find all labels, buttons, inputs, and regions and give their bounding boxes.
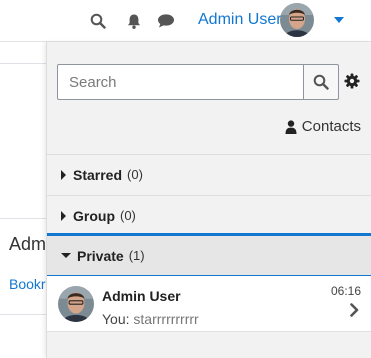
section-label: Starred bbox=[73, 166, 123, 183]
top-navbar: Admin User bbox=[0, 0, 371, 42]
user-icon bbox=[285, 119, 297, 134]
section-label: Group bbox=[73, 207, 115, 224]
section-count: (1) bbox=[128, 248, 145, 263]
section-group[interactable]: Group (0) bbox=[47, 195, 371, 235]
conversation-item[interactable]: Admin User You: starrrrrrrrrr 06:16 bbox=[47, 276, 371, 332]
section-label: Private bbox=[77, 247, 124, 264]
conversation-name: Admin User bbox=[102, 288, 181, 304]
chat-icon[interactable] bbox=[157, 12, 175, 30]
search-input[interactable] bbox=[57, 64, 303, 100]
avatar bbox=[58, 286, 94, 322]
bell-icon[interactable] bbox=[125, 12, 143, 30]
contacts-link[interactable]: Contacts bbox=[285, 118, 361, 135]
section-private[interactable]: Private (1) bbox=[47, 233, 371, 276]
caret-right-icon bbox=[61, 210, 66, 221]
page-heading-fragment: Adm bbox=[9, 234, 47, 254]
search-button[interactable] bbox=[303, 64, 339, 100]
section-starred[interactable]: Starred (0) bbox=[47, 154, 371, 194]
gear-icon[interactable] bbox=[344, 73, 360, 89]
divider bbox=[0, 218, 46, 219]
preview-text: starrrrrrrrrr bbox=[133, 311, 199, 327]
avatar[interactable] bbox=[280, 3, 314, 37]
conversation-time: 06:16 bbox=[330, 284, 361, 298]
caret-down-icon bbox=[61, 253, 71, 258]
section-count: (0) bbox=[120, 208, 136, 223]
message-search bbox=[57, 64, 339, 100]
bookmark-link-fragment[interactable]: Bookr bbox=[9, 276, 46, 292]
background-page: Adm Bookr bbox=[0, 42, 46, 358]
contacts-label: Contacts bbox=[301, 118, 361, 135]
caret-right-icon bbox=[61, 169, 66, 180]
conversation-preview: You: starrrrrrrrrr bbox=[102, 311, 199, 327]
section-count: (0) bbox=[127, 167, 143, 182]
chevron-right-icon bbox=[350, 303, 359, 322]
message-drawer: Contacts Starred (0) Group (0) Private (… bbox=[46, 42, 371, 358]
search-icon[interactable] bbox=[89, 12, 107, 30]
preview-prefix: You: bbox=[102, 311, 130, 327]
search-icon bbox=[313, 74, 329, 90]
user-menu-name[interactable]: Admin User bbox=[198, 11, 282, 29]
chevron-down-icon[interactable] bbox=[334, 17, 344, 23]
divider bbox=[0, 63, 46, 64]
divider bbox=[0, 314, 46, 315]
